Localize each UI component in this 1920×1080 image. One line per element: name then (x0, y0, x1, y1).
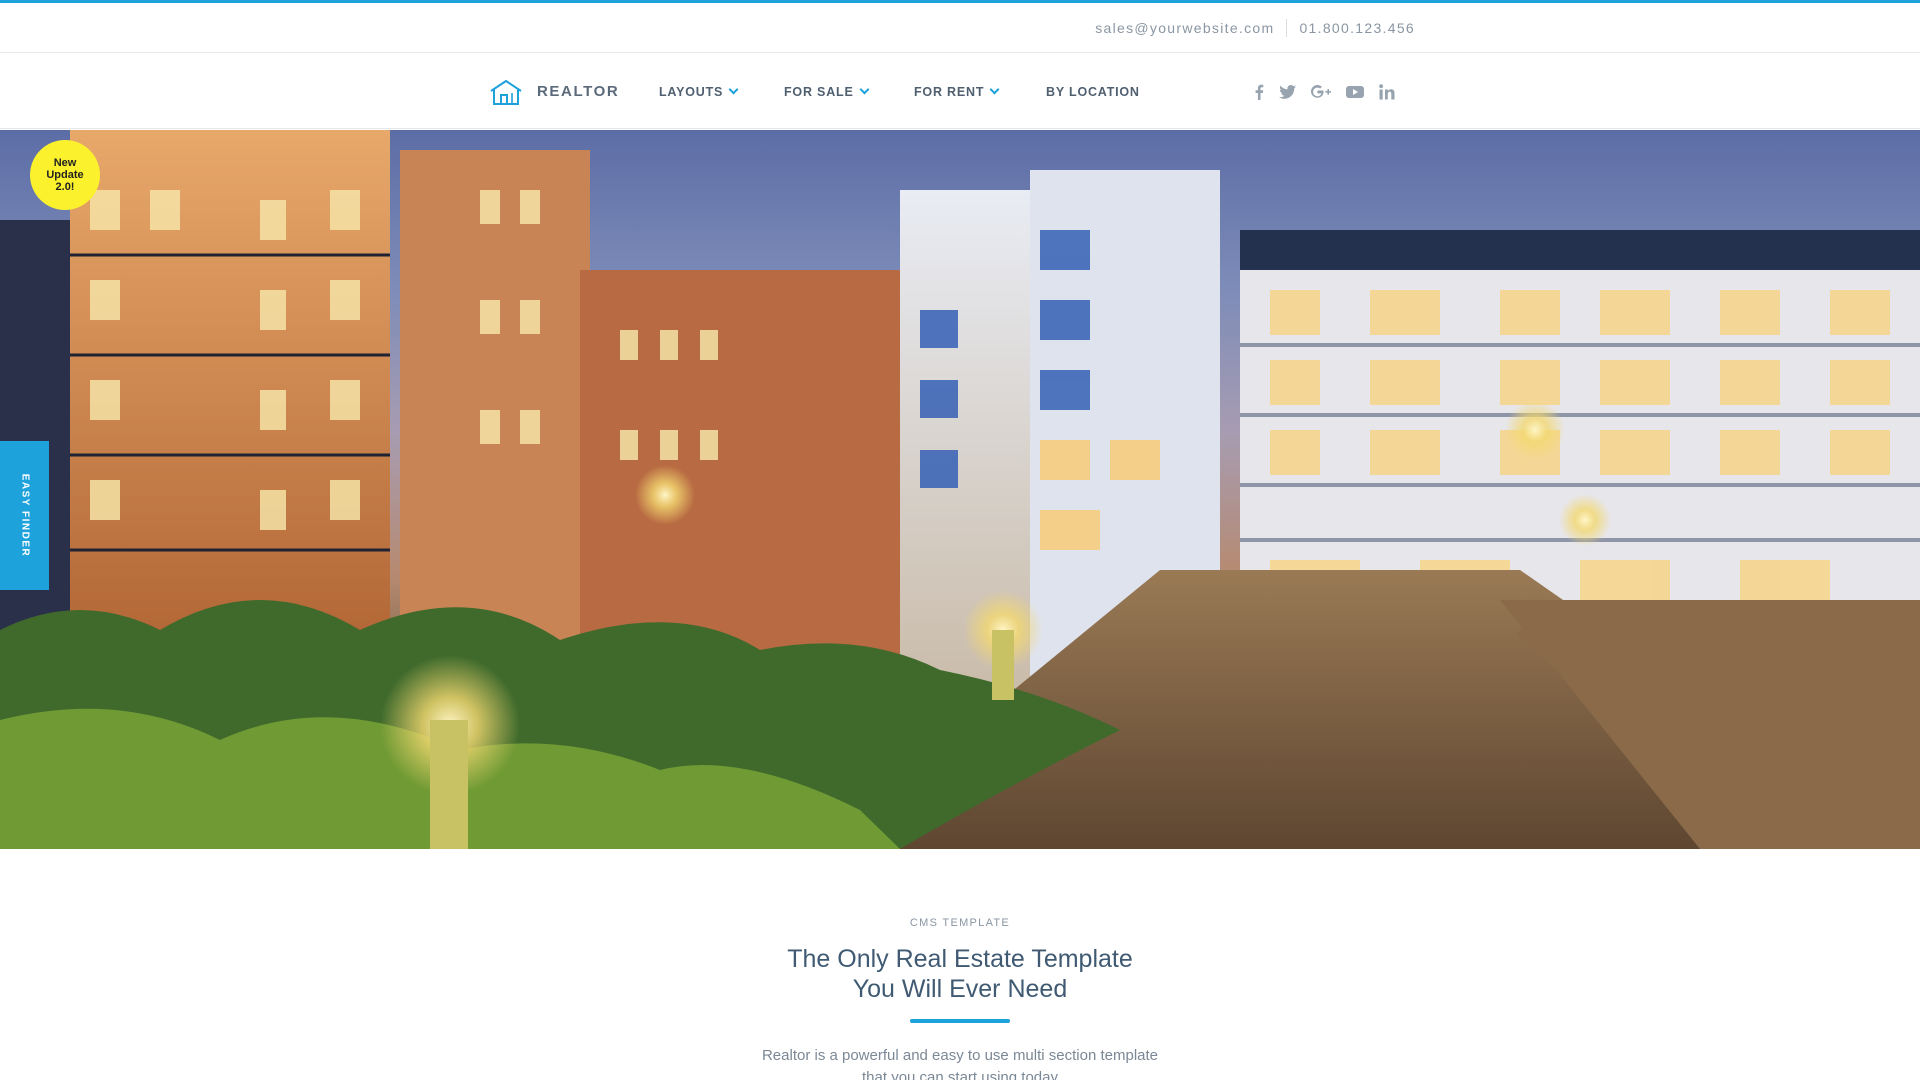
badge-line-2: Update (46, 169, 84, 181)
section-description: Realtor is a powerful and easy to use mu… (0, 1045, 1920, 1080)
nav-item-for-rent[interactable]: FOR RENT (914, 54, 1000, 129)
description-line-1: Realtor is a powerful and easy to use mu… (761, 1047, 1159, 1064)
contact-info: sales@yourwebsite.com 01.800.123.456 (1095, 3, 1415, 53)
title-line-2: You Will Ever Need (852, 975, 1068, 1003)
social-links (1254, 54, 1410, 129)
section-eyebrow: CMS TEMPLATE (909, 917, 1011, 929)
linkedin-icon[interactable] (1379, 83, 1395, 100)
title-line-1: The Only Real Estate Template (787, 945, 1133, 973)
google-plus-icon[interactable] (1311, 84, 1331, 99)
badge-text: New Update 2.0! (46, 157, 83, 193)
easy-finder-tab[interactable]: EASY FINDER (0, 441, 49, 590)
brand-name: REALTOR (537, 83, 620, 100)
main-navbar: REALTOR LAYOUTS FOR SALE FOR RENT BY LOC… (0, 54, 1920, 129)
intro-section: CMS TEMPLATE The Only Real Estate Templa… (0, 849, 1920, 1080)
nav-item-label: FOR SALE (784, 84, 854, 99)
badge-line-3: 2.0! (55, 181, 75, 193)
title-underline (910, 1019, 1010, 1023)
twitter-icon[interactable] (1279, 84, 1296, 99)
nav-item-label: BY LOCATION (1046, 84, 1140, 99)
brand-logo[interactable]: REALTOR (489, 54, 619, 129)
contact-divider (1286, 19, 1288, 37)
nav-item-label: FOR RENT (914, 84, 985, 99)
chevron-down-icon (728, 84, 739, 95)
facebook-icon[interactable] (1254, 84, 1264, 100)
chevron-down-icon (989, 84, 1000, 95)
contact-phone[interactable]: 01.800.123.456 (1299, 20, 1415, 36)
contact-email[interactable]: sales@yourwebsite.com (1095, 20, 1274, 36)
nav-item-layouts[interactable]: LAYOUTS (659, 54, 739, 129)
apartment-buildings-illustration (0, 130, 1920, 849)
youtube-icon[interactable] (1346, 85, 1364, 99)
chevron-down-icon (859, 84, 870, 95)
nav-item-label: LAYOUTS (659, 84, 724, 99)
hero-image (0, 130, 1920, 849)
new-update-badge[interactable]: New Update 2.0! (30, 140, 100, 210)
easy-finder-label: EASY FINDER (19, 473, 30, 558)
house-icon (490, 79, 522, 105)
description-line-2: that you can start using today (862, 1069, 1058, 1080)
section-title: The Only Real Estate Template You Will E… (0, 944, 1920, 1004)
nav-item-for-sale[interactable]: FOR SALE (784, 54, 870, 129)
nav-item-by-location[interactable]: BY LOCATION (1046, 54, 1140, 129)
top-contact-bar: sales@yourwebsite.com 01.800.123.456 (0, 3, 1920, 53)
badge-line-1: New (53, 157, 77, 169)
